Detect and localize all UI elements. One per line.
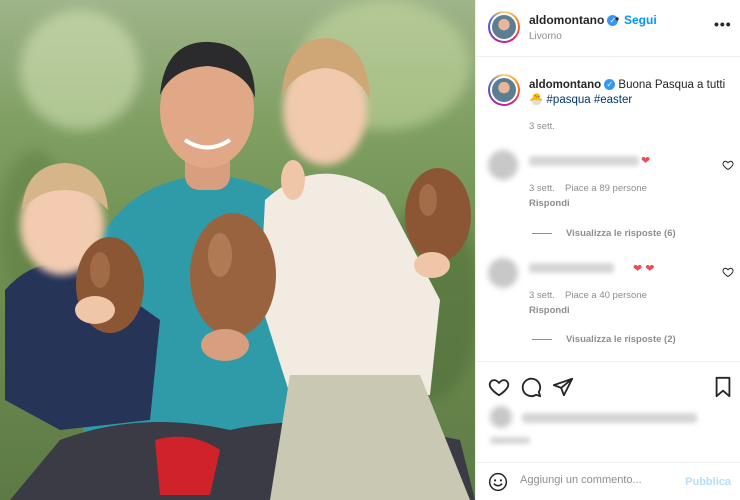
caption-emoji: 🐣	[529, 94, 544, 106]
post-photo[interactable]	[0, 0, 475, 500]
author-username[interactable]: aldomontano ✓	[529, 13, 619, 27]
comment-text-blurred	[529, 156, 639, 166]
author-avatar[interactable]	[488, 11, 520, 43]
view-replies-button[interactable]: Visualizza le risposte (2)	[532, 334, 676, 345]
post-date-blurred	[490, 437, 530, 444]
post-header: aldomontano ✓ • Segui Livorno •••	[476, 0, 740, 57]
share-icon[interactable]	[552, 376, 574, 398]
family-photo-illustration	[5, 38, 475, 500]
caption-username[interactable]: aldomontano	[529, 79, 601, 91]
view-replies-button[interactable]: Visualizza le risposte (6)	[532, 228, 676, 239]
liked-by-avatar[interactable]	[490, 406, 512, 428]
add-comment-bar: Pubblica	[476, 462, 740, 500]
bookmark-icon[interactable]	[712, 376, 734, 398]
post-location[interactable]: Livorno	[529, 31, 562, 42]
comment-heart-emoji: ❤	[641, 155, 651, 167]
comment-likes[interactable]: Piace a 40 persone	[565, 290, 647, 301]
liked-by-text-blurred	[522, 413, 697, 423]
heart-icon[interactable]	[488, 376, 510, 398]
comment-text-blurred	[529, 263, 614, 273]
comment-time: 3 sett.	[529, 290, 555, 301]
caption-hashtags[interactable]: #pasqua #easter	[547, 94, 633, 106]
comment-avatar[interactable]	[488, 258, 518, 288]
comment-input[interactable]	[520, 474, 680, 486]
comment-time: 3 sett.	[529, 183, 555, 194]
emoji-icon[interactable]	[488, 472, 508, 492]
comment-avatar[interactable]	[488, 150, 518, 180]
comment-likes[interactable]: Piace a 89 persone	[565, 183, 647, 194]
comment-icon[interactable]	[520, 376, 542, 398]
caption-text: Buona Pasqua a tutti	[618, 79, 726, 91]
comment-heart-emoji: ❤ ❤	[633, 263, 655, 275]
comment-like-heart-icon[interactable]	[722, 266, 734, 278]
publish-button[interactable]: Pubblica	[685, 476, 731, 488]
post-action-bar	[476, 361, 740, 411]
more-options-icon[interactable]: •••	[714, 16, 732, 32]
post-side-panel: aldomontano ✓ • Segui Livorno ••• aldomon…	[475, 0, 740, 500]
follow-button[interactable]: Segui	[624, 13, 657, 27]
verified-badge-icon: ✓	[604, 79, 616, 91]
caption-time: 3 sett.	[529, 121, 555, 132]
separator-dot: •	[615, 12, 620, 26]
reply-button[interactable]: Rispondi	[529, 198, 570, 209]
reply-button[interactable]: Rispondi	[529, 305, 570, 316]
caption: aldomontano ✓ Buona Pasqua a tutti 🐣 #pas…	[529, 78, 729, 108]
comment-like-heart-icon[interactable]	[722, 159, 734, 171]
caption-avatar[interactable]	[488, 74, 520, 106]
